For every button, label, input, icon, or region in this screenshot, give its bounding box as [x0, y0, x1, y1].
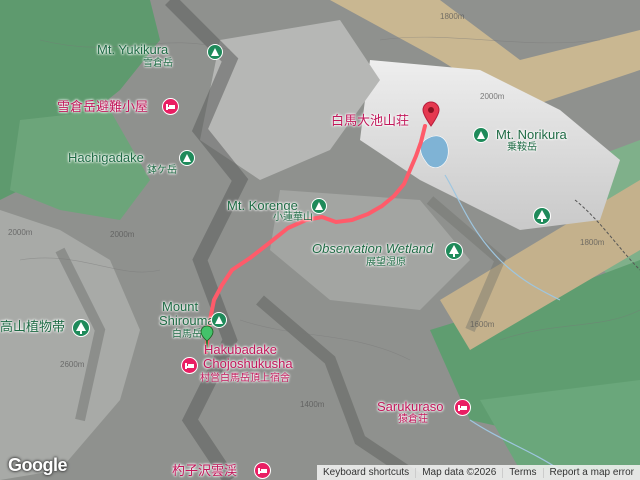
- hachigadake-label-zh: 鉢ケ岳: [147, 165, 177, 176]
- norikura-label-zh: 乗鞍岳: [507, 142, 537, 153]
- mountain-icon: [477, 131, 485, 139]
- contour-label: 2000m: [8, 228, 33, 237]
- summit-marker-korenge[interactable]: [311, 198, 327, 214]
- map-pin-icon: [422, 101, 440, 127]
- observation-wetland-label-zh: 展望湿原: [366, 257, 406, 268]
- norikura-label: Mt. Norikura: [496, 127, 567, 142]
- mountain-icon: [215, 316, 223, 324]
- lodging-marker-yukikura[interactable]: [162, 98, 179, 115]
- bed-icon: [458, 405, 467, 411]
- shirouma-label-line1: Mount: [162, 299, 199, 314]
- mountain-icon: [211, 48, 219, 56]
- contour-label: 1800m: [580, 238, 605, 247]
- chojo-label-line2: Chojoshukusha: [203, 356, 293, 371]
- lodging-marker-bottom[interactable]: [254, 462, 271, 479]
- report-error-link[interactable]: Report a map error: [544, 467, 640, 478]
- yukikura-label-zh: 雪倉岳: [143, 58, 173, 69]
- korenge-label: Mt. Korenge: [227, 198, 298, 213]
- yukikura-hut-label: 雪倉岳避難小屋: [57, 99, 149, 114]
- alpine-plants-label: 高山植物帯: [0, 319, 66, 334]
- sarukura-label: Sarukuraso: [377, 399, 444, 414]
- contour-label: 1400m: [300, 400, 325, 409]
- chojo-label-line1: Hakubadake: [204, 342, 277, 357]
- chojo-label-zh: 村営白馬岳頂上宿舎: [200, 373, 290, 384]
- contour-label: 1600m: [470, 320, 495, 329]
- keyboard-shortcuts-link[interactable]: Keyboard shortcuts: [317, 467, 415, 478]
- mountain-icon: [183, 154, 191, 162]
- sarukura-label-zh: 猿倉荘: [398, 414, 428, 425]
- park-marker-observation[interactable]: [445, 242, 463, 260]
- summit-marker-yukikura[interactable]: [207, 44, 223, 60]
- map-canvas[interactable]: 1800m 2000m 2000m 2000m 2600m 1800m 1600…: [0, 0, 640, 480]
- bed-icon: [185, 363, 194, 369]
- terms-link[interactable]: Terms: [503, 467, 542, 478]
- destination-pin[interactable]: [422, 101, 440, 127]
- tree-icon: [449, 245, 459, 257]
- park-marker-alpine-plants[interactable]: [72, 319, 90, 337]
- bottom-lodging-label: 杓子沢雲渓: [172, 463, 238, 478]
- hakuba-oike-label: 白馬大池山荘: [331, 113, 410, 128]
- yukikura-label: Mt. Yukikura: [97, 42, 169, 57]
- bed-icon: [166, 104, 175, 110]
- mountain-icon: [315, 202, 323, 210]
- hachigadake-label: Hachigadake: [68, 150, 144, 165]
- lodging-marker-sarukura[interactable]: [454, 399, 471, 416]
- summit-marker-norikura[interactable]: [473, 127, 489, 143]
- tree-icon: [76, 322, 86, 334]
- tree-icon: [537, 210, 547, 222]
- summit-marker-hachigadake[interactable]: [179, 150, 195, 166]
- korenge-label-zh: 小蓮華山: [273, 212, 313, 223]
- google-logo: Google: [8, 455, 68, 475]
- park-marker-east[interactable]: [533, 207, 551, 225]
- contour-label: 2000m: [110, 230, 135, 239]
- bed-icon: [258, 468, 267, 474]
- contour-label: 1800m: [440, 12, 465, 21]
- observation-wetland-label: Observation Wetland: [312, 241, 434, 256]
- attribution-bar: Keyboard shortcuts Map data ©2026 Terms …: [317, 465, 640, 480]
- map-data-text: Map data ©2026: [422, 467, 497, 478]
- shirouma-label-zh: 白馬岳: [172, 329, 202, 340]
- contour-label: 2000m: [480, 92, 505, 101]
- lodging-marker-chojo[interactable]: [181, 357, 198, 374]
- contour-label: 2600m: [60, 360, 85, 369]
